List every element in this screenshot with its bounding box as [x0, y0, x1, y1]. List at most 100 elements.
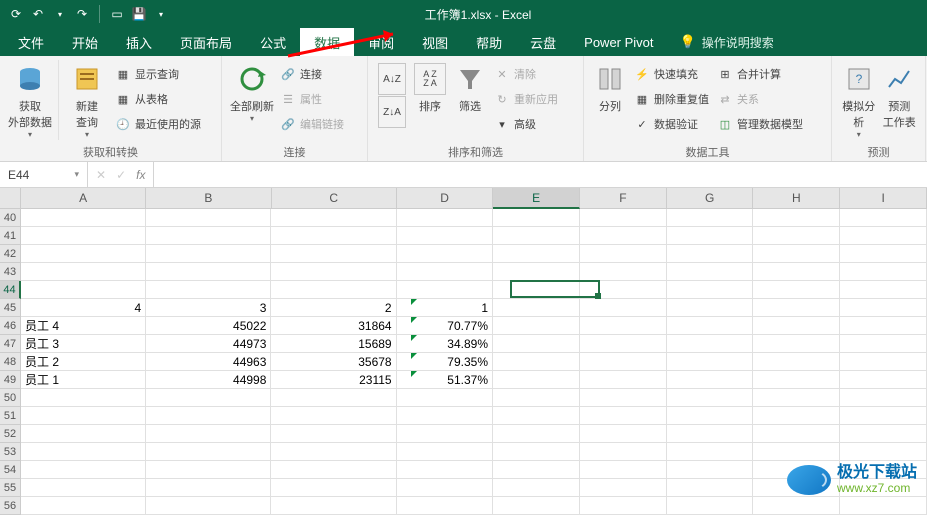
filter-button[interactable]: 筛选 [450, 60, 490, 140]
cell[interactable] [493, 389, 580, 407]
cell[interactable] [397, 407, 493, 425]
cell[interactable] [493, 371, 580, 389]
remove-duplicates-button[interactable]: ▦删除重复值 [634, 88, 709, 110]
cell[interactable] [840, 443, 927, 461]
clear-button[interactable]: ✕清除 [494, 63, 558, 85]
cell[interactable] [146, 443, 271, 461]
chevron-down-icon[interactable]: ▾ [153, 6, 169, 22]
cell[interactable] [493, 443, 580, 461]
cell[interactable] [667, 227, 754, 245]
tab-insert[interactable]: 插入 [112, 28, 166, 56]
cell[interactable] [840, 227, 927, 245]
cell[interactable] [753, 281, 840, 299]
cell[interactable] [21, 245, 146, 263]
cell[interactable] [21, 479, 146, 497]
cell[interactable] [493, 479, 580, 497]
column-header[interactable]: F [580, 188, 667, 209]
cell[interactable] [580, 425, 667, 443]
cell[interactable] [397, 461, 493, 479]
column-header[interactable]: D [397, 188, 493, 209]
row-header[interactable]: 43 [0, 263, 21, 281]
tab-power-pivot[interactable]: Power Pivot [570, 28, 667, 56]
cell[interactable]: 44963 [146, 353, 271, 371]
cell[interactable] [667, 263, 754, 281]
show-queries-button[interactable]: ▦显示查询 [115, 63, 201, 85]
cell[interactable] [840, 425, 927, 443]
cell[interactable] [21, 281, 146, 299]
cell[interactable] [753, 407, 840, 425]
cell[interactable] [271, 461, 396, 479]
get-external-data-button[interactable]: 获取 外部数据 ▾ [6, 60, 54, 140]
row-header[interactable]: 56 [0, 497, 21, 515]
cell[interactable] [580, 245, 667, 263]
cell[interactable]: 44998 [146, 371, 271, 389]
tab-help[interactable]: 帮助 [462, 28, 516, 56]
cell[interactable] [753, 317, 840, 335]
tell-me-search[interactable]: 💡 操作说明搜索 [680, 28, 774, 56]
cell[interactable] [146, 479, 271, 497]
cell[interactable] [271, 479, 396, 497]
cell[interactable] [580, 263, 667, 281]
cell[interactable] [397, 389, 493, 407]
cell[interactable] [667, 389, 754, 407]
row-header[interactable]: 41 [0, 227, 21, 245]
cell[interactable] [667, 407, 754, 425]
cell[interactable] [271, 407, 396, 425]
cell[interactable]: 3 [146, 299, 271, 317]
column-header[interactable]: C [272, 188, 397, 209]
cell[interactable] [580, 335, 667, 353]
cell[interactable] [21, 497, 146, 515]
chevron-down-icon[interactable]: ▾ [52, 6, 68, 22]
cell[interactable] [397, 479, 493, 497]
cell[interactable] [840, 389, 927, 407]
cell[interactable]: 15689 [271, 335, 396, 353]
cell[interactable] [580, 479, 667, 497]
cell[interactable] [580, 443, 667, 461]
cancel-icon[interactable]: ✕ [96, 168, 106, 182]
cell[interactable] [753, 227, 840, 245]
row-header[interactable]: 46 [0, 317, 21, 335]
whatif-button[interactable]: ? 模拟分析 ▾ [838, 60, 879, 140]
row-header[interactable]: 40 [0, 209, 21, 227]
sort-desc-button[interactable]: Z↓A [378, 96, 406, 128]
column-header[interactable]: I [840, 188, 927, 209]
row-header[interactable]: 52 [0, 425, 21, 443]
data-model-button[interactable]: ◫管理数据模型 [717, 113, 803, 135]
refresh-all-button[interactable]: 全部刷新 ▾ [228, 60, 276, 140]
cell[interactable] [667, 335, 754, 353]
row-header[interactable]: 53 [0, 443, 21, 461]
cell[interactable] [493, 263, 580, 281]
cell[interactable] [667, 299, 754, 317]
column-header[interactable]: H [753, 188, 840, 209]
cell[interactable] [493, 245, 580, 263]
tab-cloud[interactable]: 云盘 [516, 28, 570, 56]
cell[interactable] [271, 245, 396, 263]
cell[interactable]: 员工 1 [21, 371, 146, 389]
row-header[interactable]: 51 [0, 407, 21, 425]
cell[interactable] [580, 353, 667, 371]
cell[interactable] [271, 281, 396, 299]
cell[interactable]: 45022 [146, 317, 271, 335]
cell[interactable] [21, 425, 146, 443]
save-icon[interactable]: 💾 [131, 6, 147, 22]
cell[interactable]: 员工 3 [21, 335, 146, 353]
cell[interactable] [493, 497, 580, 515]
column-header[interactable]: B [146, 188, 271, 209]
data-validation-button[interactable]: ✓数据验证 [634, 113, 709, 135]
cell[interactable] [840, 209, 927, 227]
cell[interactable] [493, 407, 580, 425]
cell[interactable] [580, 389, 667, 407]
cell[interactable] [21, 443, 146, 461]
cell[interactable] [21, 263, 146, 281]
sort-asc-button[interactable]: A↓Z [378, 63, 406, 95]
cell[interactable] [753, 335, 840, 353]
tab-file[interactable]: 文件 [4, 28, 58, 56]
cell[interactable] [397, 209, 493, 227]
cell[interactable] [493, 461, 580, 479]
cell[interactable] [493, 299, 580, 317]
row-header[interactable]: 54 [0, 461, 21, 479]
cell[interactable] [840, 371, 927, 389]
cell[interactable] [753, 245, 840, 263]
cell[interactable] [493, 425, 580, 443]
cell[interactable] [667, 461, 754, 479]
